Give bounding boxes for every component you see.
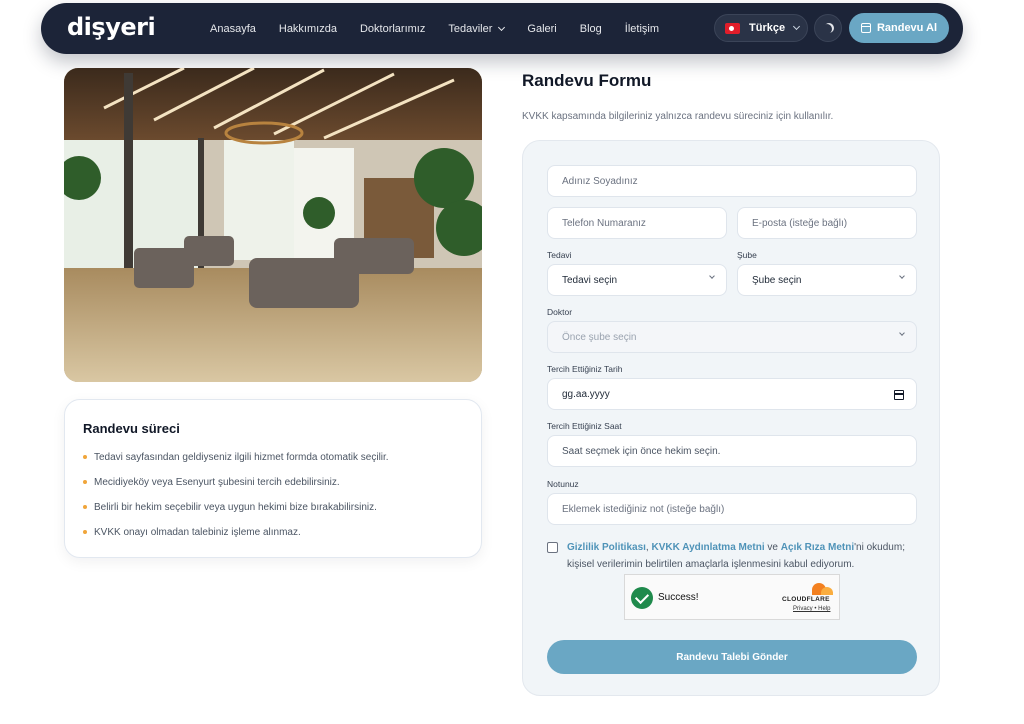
captcha-provider: CLOUDFLARE <box>782 596 830 603</box>
form-subtitle: KVKK kapsamında bilgileriniz yalnızca ra… <box>522 111 834 122</box>
treatment-select[interactable]: Tedavi seçin <box>547 264 727 296</box>
nav-item-treatments[interactable]: Tedaviler <box>448 22 506 35</box>
note-label: Notunuz <box>547 479 579 489</box>
date-input[interactable]: gg.aa.yyyy <box>547 378 917 410</box>
chevron-down-icon <box>709 273 715 279</box>
bullet-icon <box>83 505 87 509</box>
language-selector[interactable]: Türkçe <box>714 14 808 42</box>
submit-button[interactable]: Randevu Talebi Gönder <box>547 640 917 674</box>
email-input[interactable]: E-posta (isteğe bağlı) <box>737 207 917 239</box>
chevron-down-icon <box>899 330 905 336</box>
doctor-label: Doktor <box>547 307 573 317</box>
clinic-interior-photo <box>64 68 482 382</box>
date-label: Tercih Ettiğiniz Tarih <box>547 364 623 374</box>
top-navbar: dişyeri Anasayfa Hakkımızda Doktorlarımı… <box>41 3 963 54</box>
note-textarea[interactable]: Eklemek istediğiniz not (isteğe bağlı) <box>547 493 917 525</box>
doctor-select[interactable]: Önce şube seçin <box>547 321 917 353</box>
doctor-value: Önce şube seçin <box>562 331 637 343</box>
treatment-label: Tedavi <box>547 250 572 260</box>
theme-toggle-button[interactable] <box>814 14 842 42</box>
list-item: Belirli bir hekim seçebilir veya uygun h… <box>83 502 389 527</box>
phone-input[interactable]: Telefon Numaranız <box>547 207 727 239</box>
book-appointment-label: Randevu Al <box>876 22 938 34</box>
list-item: KVKK onayı olmadan talebiniz işleme alın… <box>83 527 389 552</box>
list-item-text: Tedavi sayfasından geldiyseniz ilgili hi… <box>94 452 389 463</box>
list-item-text: Mecidiyeköy veya Esenyurt şubesini terci… <box>94 477 340 488</box>
cloudflare-logo-icon <box>808 583 834 595</box>
nav-item-label: İletişim <box>624 22 659 35</box>
appointment-form: Adınız Soyadınız Telefon Numaranız E-pos… <box>522 140 940 696</box>
nav-item-label: Doktorlarımız <box>359 22 426 35</box>
chevron-down-icon <box>793 22 801 31</box>
language-label: Türkçe <box>749 22 786 34</box>
branch-value: Şube seçin <box>752 274 802 286</box>
calendar-icon[interactable] <box>894 390 904 400</box>
nav-item-blog[interactable]: Blog <box>580 23 602 35</box>
treatment-value: Tedavi seçin <box>562 274 618 286</box>
nav-item-contact[interactable]: İletişim <box>625 23 659 35</box>
bullet-icon <box>83 530 87 534</box>
nav-item-label: Hakkımızda <box>278 22 337 35</box>
nav-item-label: Anasayfa <box>210 22 256 35</box>
captcha-status: Success! <box>658 592 699 603</box>
nav-item-label: Blog <box>579 22 602 35</box>
bullet-icon <box>83 480 87 484</box>
checkmark-icon <box>631 587 653 609</box>
date-value: gg.aa.yyyy <box>562 388 610 400</box>
list-item: Mecidiyeköy veya Esenyurt şubesini terci… <box>83 477 389 502</box>
process-title: Randevu süreci <box>83 421 180 436</box>
chevron-down-icon <box>498 23 506 31</box>
nav-item-label: Galeri <box>527 22 557 35</box>
list-item: Tedavi sayfasından geldiyseniz ilgili hi… <box>83 452 389 477</box>
moon-icon <box>822 24 832 34</box>
consent-text: Gizlilik Politikası, KVKK Aydınlatma Met… <box>567 539 917 573</box>
form-title: Randevu Formu <box>522 71 652 90</box>
appointment-process-card: Randevu süreci Tedavi sayfasından geldiy… <box>64 399 482 558</box>
kvkk-notice-link[interactable]: KVKK Aydınlatma Metni <box>651 542 764 553</box>
bullet-icon <box>83 455 87 459</box>
time-label: Tercih Ettiğiniz Saat <box>547 421 622 431</box>
list-item-text: Belirli bir hekim seçebilir veya uygun h… <box>94 502 377 513</box>
submit-label: Randevu Talebi Gönder <box>676 651 788 663</box>
time-value: Saat seçmek için önce hekim seçin. <box>562 445 721 457</box>
note-placeholder: Eklemek istediğiniz not (isteğe bağlı) <box>562 503 725 515</box>
main-menu: Anasayfa Hakkımızda Doktorlarımız Tedavi… <box>210 3 682 54</box>
nav-item-home[interactable]: Anasayfa <box>210 23 256 35</box>
phone-placeholder: Telefon Numaranız <box>562 217 646 229</box>
process-list: Tedavi sayfasından geldiyseniz ilgili hi… <box>83 452 389 552</box>
branch-select[interactable]: Şube seçin <box>737 264 917 296</box>
consent-checkbox[interactable] <box>547 542 558 553</box>
nav-item-doctors[interactable]: Doktorlarımız <box>360 23 425 35</box>
name-placeholder: Adınız Soyadınız <box>562 175 638 187</box>
privacy-policy-link[interactable]: Gizlilik Politikası <box>567 542 646 553</box>
captcha-widget[interactable]: Success! CLOUDFLARE Privacy • Help <box>624 574 840 620</box>
consent-block: Gizlilik Politikası, KVKK Aydınlatma Met… <box>547 539 917 573</box>
consent-separator: ve <box>764 542 781 553</box>
email-placeholder: E-posta (isteğe bağlı) <box>752 217 848 229</box>
list-item-text: KVKK onayı olmadan talebiniz işleme alın… <box>94 527 301 538</box>
turkey-flag-icon <box>725 22 740 34</box>
book-appointment-button[interactable]: Randevu Al <box>849 13 949 43</box>
nav-item-gallery[interactable]: Galeri <box>527 23 556 35</box>
captcha-links[interactable]: Privacy • Help <box>793 606 830 612</box>
time-select[interactable]: Saat seçmek için önce hekim seçin. <box>547 435 917 467</box>
name-input[interactable]: Adınız Soyadınız <box>547 165 917 197</box>
branch-label: Şube <box>737 250 757 260</box>
chevron-down-icon <box>899 273 905 279</box>
calendar-icon <box>860 23 871 33</box>
explicit-consent-link[interactable]: Açık Rıza Metni <box>781 542 854 553</box>
nav-item-label: Tedaviler <box>448 22 493 35</box>
nav-item-about[interactable]: Hakkımızda <box>279 23 337 35</box>
site-logo[interactable]: dişyeri <box>67 13 156 41</box>
